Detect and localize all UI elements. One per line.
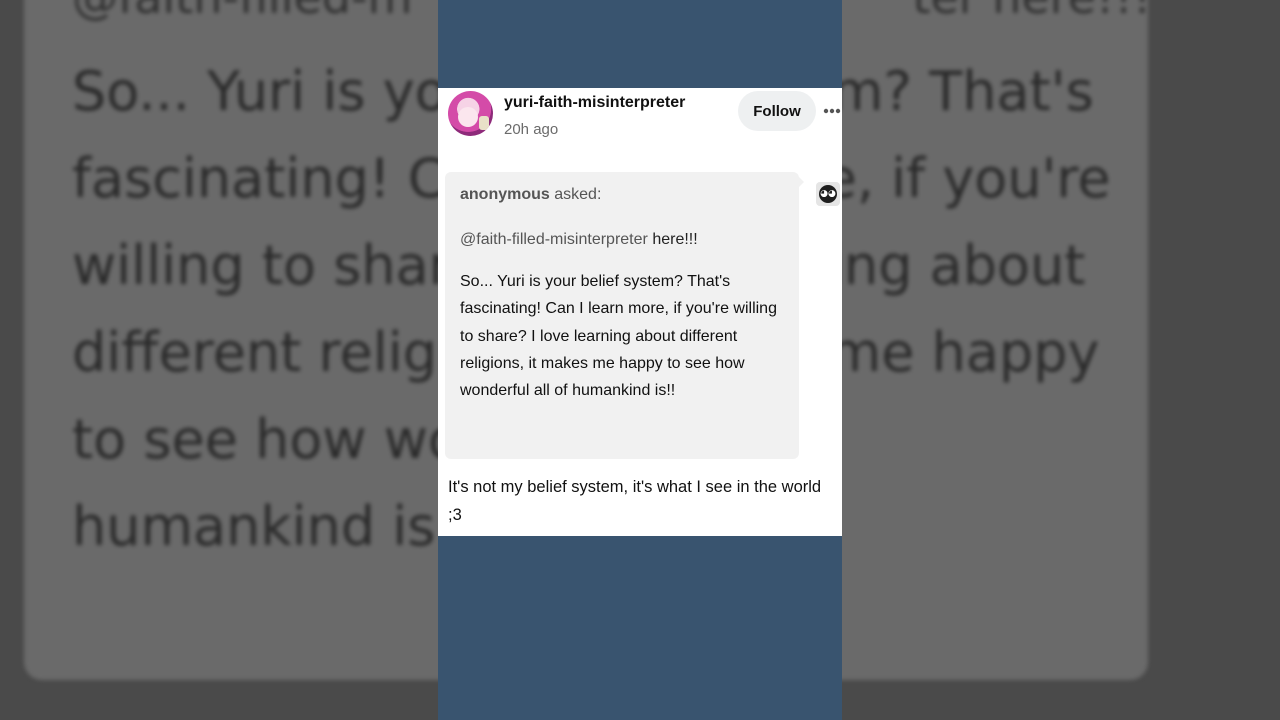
asker-line: anonymous asked: (460, 186, 601, 204)
avatar-hand (479, 116, 489, 130)
ask-box-tail (796, 174, 804, 190)
ellipsis-icon[interactable] (823, 106, 841, 114)
post-timestamp[interactable]: 20h ago (504, 121, 558, 138)
follow-button[interactable]: Follow (738, 91, 816, 131)
asked-label: asked: (554, 186, 602, 203)
anonymous-avatar-icon: ◕◕ (816, 182, 840, 206)
answer-text: It's not my belief system, it's what I s… (448, 478, 822, 524)
ask-body: So... Yuri is your belief system? That's… (460, 273, 777, 400)
post-card: yuri-faith-misinterpreter 20h ago Follow… (438, 88, 842, 536)
post-username[interactable]: yuri-faith-misinterpreter (504, 94, 685, 112)
avatar-face (458, 107, 478, 127)
mention-link[interactable]: @faith-filled-misinterpreter (460, 231, 648, 248)
mention-suffix: here!!! (652, 231, 698, 248)
avatar[interactable] (448, 91, 493, 136)
asker-name: anonymous (460, 186, 550, 203)
mention-line: @faith-filled-misinterpreter here!!! (460, 231, 698, 249)
